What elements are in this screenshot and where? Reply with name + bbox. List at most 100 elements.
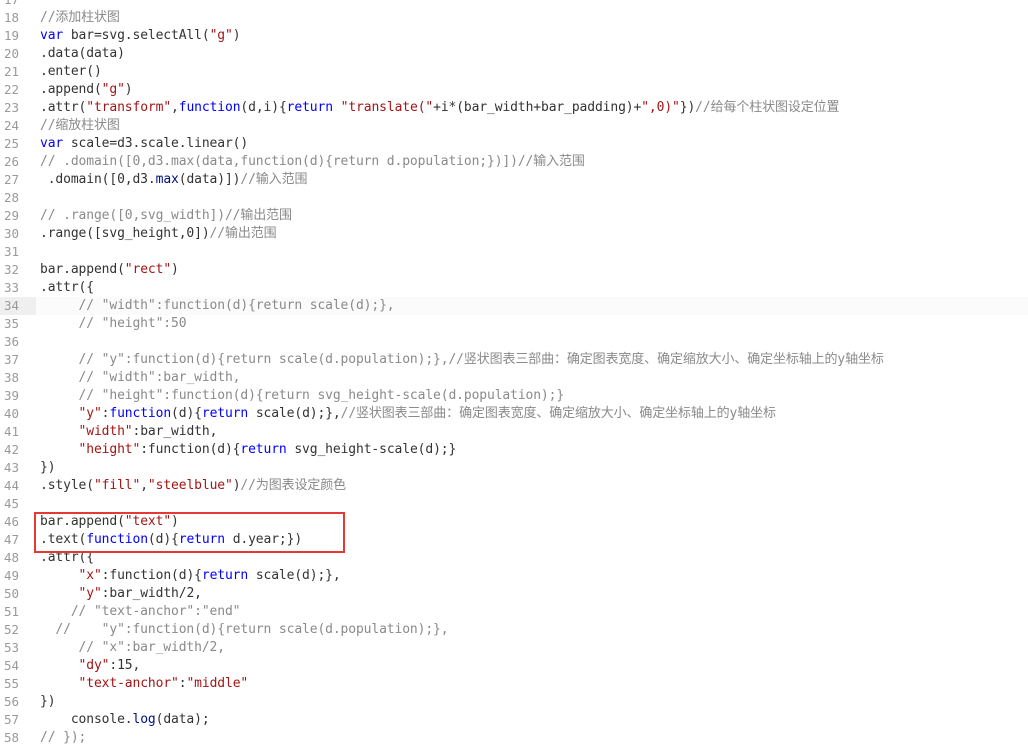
- code-line[interactable]: 20 .data(data): [0, 45, 1028, 63]
- code-token: "x": [78, 568, 102, 583]
- code-line[interactable]: 58 // });: [0, 729, 1028, 747]
- line-number: 37: [4, 352, 20, 367]
- code-token: // "x":bar_width/2,: [40, 640, 226, 655]
- code-editor[interactable]: 1718//添加柱状图19var bar=svg.selectAll("g")2…: [0, 0, 1028, 750]
- line-text: .append("g"): [40, 81, 133, 99]
- code-token: .attr(: [40, 100, 87, 115]
- code-line[interactable]: 46 bar.append("text"): [0, 513, 1028, 531]
- code-line[interactable]: 44 .style("fill","steelblue")//为图表设定颜色: [0, 477, 1028, 495]
- code-line[interactable]: 41 "width":bar_width,: [0, 423, 1028, 441]
- line-number: 30: [4, 226, 20, 241]
- code-line[interactable]: 50 "y":bar_width/2,: [0, 585, 1028, 603]
- code-token: // .domain([0,d3.max(data,function(d){re…: [40, 154, 585, 169]
- code-line[interactable]: 48 .attr({: [0, 549, 1028, 567]
- code-line[interactable]: 29 // .range([0,svg_width])//输出范围: [0, 207, 1028, 225]
- line-number: 24: [4, 118, 20, 133]
- line-number: 29: [4, 208, 20, 223]
- code-token: //输出范围: [209, 226, 277, 241]
- line-text: "y":function(d){return scale(d);},//竖状图表…: [40, 405, 776, 423]
- line-text: // "height":function(d){return svg_heigh…: [40, 387, 565, 405]
- line-number: 58: [4, 730, 20, 745]
- code-line[interactable]: 34 // "width":function(d){return scale(d…: [0, 297, 1028, 315]
- line-text: //添加柱状图: [40, 9, 120, 27]
- code-line[interactable]: 37 // "y":function(d){return scale(d.pop…: [0, 351, 1028, 369]
- code-token: var: [40, 28, 64, 43]
- line-number: 50: [4, 586, 20, 601]
- code-line[interactable]: 31: [0, 243, 1028, 261]
- code-line[interactable]: 40 "y":function(d){return scale(d);},//竖…: [0, 405, 1028, 423]
- line-text: // "height":50: [40, 315, 187, 333]
- code-token: .append(: [40, 82, 102, 97]
- line-text: // "y":function(d){return scale(d.popula…: [40, 351, 884, 369]
- code-token: ): [171, 262, 179, 277]
- code-line[interactable]: 33 .attr({: [0, 279, 1028, 297]
- code-line[interactable]: 36: [0, 333, 1028, 351]
- code-area[interactable]: 1718//添加柱状图19var bar=svg.selectAll("g")2…: [0, 0, 1028, 747]
- code-line[interactable]: 18 //添加柱状图: [0, 9, 1028, 27]
- code-token: function: [109, 406, 172, 421]
- code-line[interactable]: 17: [0, 0, 1028, 9]
- code-line[interactable]: 39 // "height":function(d){return svg_he…: [0, 387, 1028, 405]
- line-number: 28: [4, 190, 20, 205]
- code-token: // .range([0,svg_width])//输出范围: [40, 208, 292, 223]
- code-line[interactable]: 19 var bar=svg.selectAll("g"): [0, 27, 1028, 45]
- code-token: // "y":function(d){return scale(d.popula…: [40, 622, 449, 637]
- code-token: (data);: [155, 712, 210, 727]
- code-line[interactable]: 43}): [0, 459, 1028, 477]
- line-text: }): [40, 693, 56, 711]
- code-line[interactable]: 22 .append("g"): [0, 81, 1028, 99]
- line-number: 45: [4, 496, 20, 511]
- code-line[interactable]: 35 // "height":50: [0, 315, 1028, 333]
- line-text: // "x":bar_width/2,: [40, 639, 226, 657]
- code-token: console.: [40, 712, 133, 727]
- code-line[interactable]: 28: [0, 189, 1028, 207]
- code-line[interactable]: 24 //缩放柱状图: [0, 117, 1028, 135]
- line-number: 46: [4, 514, 20, 529]
- code-token: :function(d){: [140, 442, 241, 457]
- code-line[interactable]: 21 .enter(): [0, 63, 1028, 81]
- code-line[interactable]: 54 "dy":15,: [0, 657, 1028, 675]
- code-line[interactable]: 25 var scale=d3.scale.linear(): [0, 135, 1028, 153]
- line-text: // });: [40, 729, 86, 747]
- code-token: ,: [140, 478, 148, 493]
- code-line[interactable]: 27 .domain([0,d3.max(data)])//输入范围: [0, 171, 1028, 189]
- line-number: 43: [4, 460, 20, 475]
- code-line[interactable]: 42 "height":function(d){return svg_heigh…: [0, 441, 1028, 459]
- line-number: 39: [4, 388, 20, 403]
- code-line[interactable]: 53 // "x":bar_width/2,: [0, 639, 1028, 657]
- code-line[interactable]: 56}): [0, 693, 1028, 711]
- code-line[interactable]: 47 .text(function(d){return d.year;}): [0, 531, 1028, 549]
- code-token: :bar_width,: [132, 424, 218, 439]
- line-number: 54: [4, 658, 20, 673]
- line-text: "height":function(d){return svg_height-s…: [40, 441, 457, 459]
- code-line[interactable]: 32 bar.append("rect"): [0, 261, 1028, 279]
- code-token: }): [40, 694, 56, 709]
- code-line[interactable]: 26 // .domain([0,d3.max(data,function(d){…: [0, 153, 1028, 171]
- line-text: .domain([0,d3.max(data)])//输入范围: [40, 171, 308, 189]
- code-line[interactable]: 51 // "text-anchor":"end": [0, 603, 1028, 621]
- code-line[interactable]: 57 console.log(data);: [0, 711, 1028, 729]
- code-line[interactable]: 38 // "width":bar_width,: [0, 369, 1028, 387]
- code-line[interactable]: 55 "text-anchor":"middle": [0, 675, 1028, 693]
- line-text: bar.append("rect"): [40, 261, 179, 279]
- code-token: .enter(): [40, 64, 102, 79]
- code-line[interactable]: 23 .attr("transform",function(d,i){return…: [0, 99, 1028, 117]
- code-line[interactable]: 30 .range([svg_height,0])//输出范围: [0, 225, 1028, 243]
- code-token: "y": [78, 586, 102, 601]
- line-number: 56: [4, 694, 20, 709]
- line-text: // "text-anchor":"end": [40, 603, 241, 621]
- code-line[interactable]: 52 // "y":function(d){return scale(d.pop…: [0, 621, 1028, 639]
- code-token: "steelblue": [147, 478, 233, 493]
- code-token: "y": [78, 406, 102, 421]
- code-token: .domain([0,d3.: [40, 172, 156, 187]
- line-number: 47: [4, 532, 20, 547]
- code-line[interactable]: 49 "x":function(d){return scale(d);},: [0, 567, 1028, 585]
- code-token: ",0)": [641, 100, 680, 115]
- code-token: .text(: [40, 532, 87, 547]
- code-token: }): [40, 460, 56, 475]
- code-line[interactable]: 45: [0, 495, 1028, 513]
- code-token: // "width":bar_width,: [40, 370, 241, 385]
- code-token: "text": [124, 514, 172, 529]
